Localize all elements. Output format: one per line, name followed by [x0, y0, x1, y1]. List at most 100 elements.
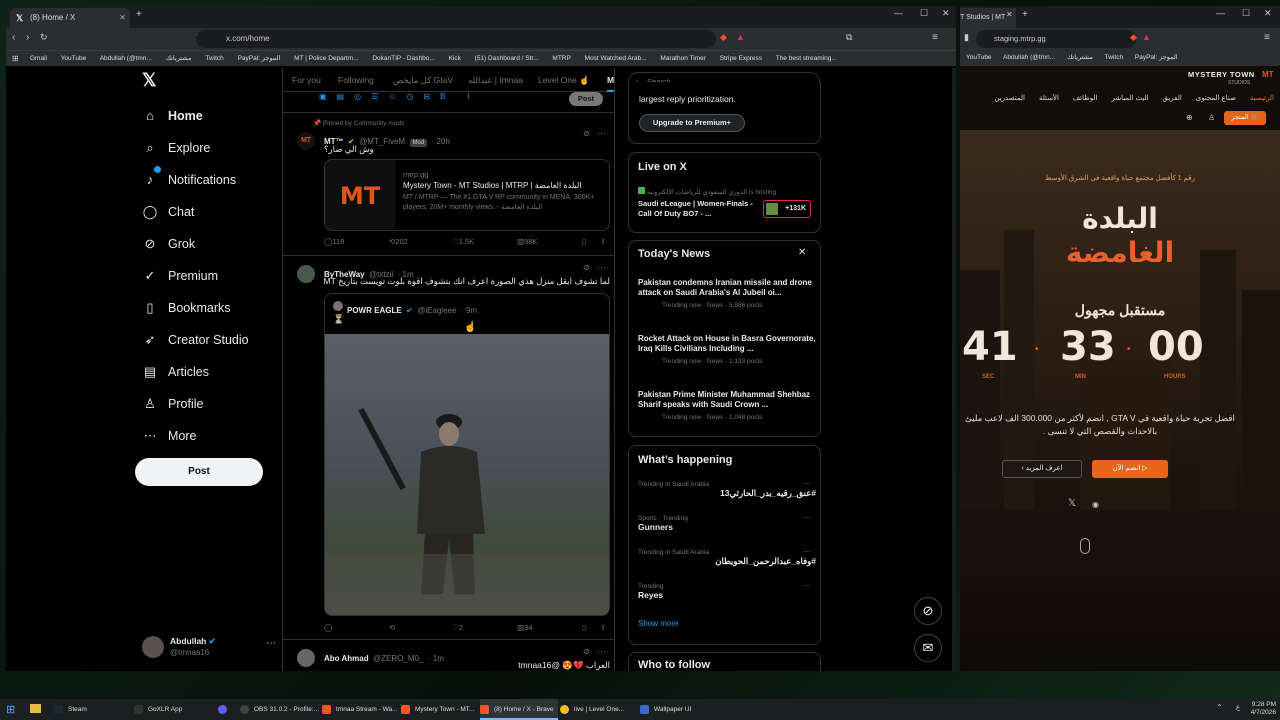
tab-community-m[interactable]: M — [607, 68, 614, 92]
start-icon[interactable]: ⊞ — [6, 703, 15, 716]
tweet-image[interactable] — [325, 334, 609, 615]
quoted-tweet[interactable]: POWR EAGLE ✔ @iEagleee · 9m ⏳ — [324, 293, 610, 616]
grok-fab-icon[interactable]: ⊘ — [914, 597, 942, 625]
views-button[interactable]: ▥ 98K — [517, 237, 537, 246]
maximize-icon[interactable]: ☐ — [1242, 8, 1250, 19]
taskbar-levelone[interactable]: live | Level One... — [560, 699, 638, 720]
bookmark-item[interactable]: MT | Police Departm... — [294, 55, 358, 62]
views-button[interactable]: ▥ 34 — [517, 623, 532, 632]
live-event[interactable]: Saudi eLeague | Women-Finals - Call Of D… — [638, 199, 753, 219]
nav-home[interactable]: ⌂ Home — [142, 104, 203, 128]
bookmark-item[interactable]: DokanTIP - Dashbo... — [372, 55, 434, 62]
like-button[interactable]: ♡ 1.5K — [452, 237, 474, 246]
bookmark-item[interactable]: Twitch — [1105, 54, 1123, 61]
taskbar-wallpaper[interactable]: Wallpaper UI — [640, 699, 718, 720]
bookmark-item[interactable]: PayPal: الموجز — [1135, 54, 1178, 61]
brave-rewards-icon[interactable]: ▲ — [736, 32, 745, 42]
forward-icon[interactable]: › — [26, 32, 29, 43]
system-tray-icons[interactable]: ⌃ — [1216, 703, 1223, 712]
learn-more-button[interactable]: ‹ اعرف المزيد — [1002, 460, 1082, 478]
taskbar-goxlr[interactable]: GoXLR App — [134, 699, 216, 720]
close-icon[interactable]: ✕ — [798, 247, 806, 258]
extensions-icon[interactable]: ⧉ — [846, 32, 852, 43]
new-tab-icon[interactable]: + — [136, 9, 142, 20]
address-bar[interactable]: x.com/home — [196, 30, 716, 48]
menu-item-home[interactable]: الرئيسية — [1250, 95, 1274, 102]
repost-button[interactable]: ⟲ — [389, 623, 395, 632]
minimize-icon[interactable]: — — [1216, 8, 1225, 18]
messages-fab-icon[interactable]: ✉ — [914, 634, 942, 662]
menu-item[interactable]: الأسئلة — [1039, 95, 1059, 102]
menu-item[interactable]: صناع المحتوى — [1196, 95, 1236, 102]
news-item[interactable]: Pakistan condemns Iranian missile and dr… — [638, 278, 816, 309]
post-button[interactable]: Post — [135, 458, 263, 486]
composer-toolbar-icons[interactable]: ▣▤◎☰☺◷⊟B I — [319, 92, 480, 101]
more-options-icon[interactable]: ⋯ — [597, 646, 606, 657]
taskbar-brave-stream[interactable]: tmnaa Stream - Wa... — [322, 699, 400, 720]
bookmark-item[interactable]: Abdullah (@tmn... — [100, 55, 152, 62]
menu-icon[interactable]: ≡ — [932, 32, 938, 43]
back-icon[interactable]: ‹ — [12, 32, 15, 43]
more-options-icon[interactable]: ⋯ — [803, 479, 811, 488]
tab-community-levelone[interactable]: Level One ☝ — [538, 68, 590, 92]
tweet-pinned[interactable]: 📌 Pinned by Community mods MT MT™ ✔ @MT_… — [283, 113, 614, 255]
grok-icon[interactable]: ⊘ — [583, 129, 590, 138]
tweet[interactable]: Abo Ahmad @ZERO_M0_ · 1m ⊘ ⋯ العراب 💔😍 @… — [283, 640, 614, 671]
brave-shield-icon[interactable]: ◆ — [720, 32, 727, 43]
bookmark-item[interactable]: Gmail — [30, 55, 47, 62]
address-bar[interactable]: staging.mtrp.gg — [976, 30, 1136, 48]
x-logo-icon[interactable]: 𝕏 — [142, 70, 157, 91]
news-item[interactable]: Rocket Attack on House in Basra Governor… — [638, 334, 816, 365]
x-social-icon[interactable]: 𝕏 — [1068, 498, 1076, 509]
join-now-button[interactable]: انضم الآن ▷ — [1092, 460, 1168, 478]
show-more-link[interactable]: Show more — [638, 619, 678, 628]
avatar[interactable]: MT — [297, 132, 315, 150]
menu-item[interactable]: المتصدرين — [994, 95, 1025, 102]
tab-for-you[interactable]: For you — [292, 68, 321, 92]
taskbar-brave-mtrp[interactable]: Mystery Town - MT... — [401, 699, 479, 720]
bookmark-item[interactable]: YouTube — [61, 55, 87, 62]
repost-button[interactable]: ⟲ 202 — [389, 237, 408, 246]
composer-post-button[interactable]: Post — [569, 92, 603, 106]
link-card[interactable]: MT mtrp.gg Mystery Town - MT Studios | M… — [324, 159, 610, 231]
bookmark-button[interactable]: ▯ — [582, 237, 586, 246]
nav-explore[interactable]: ⌕ Explore — [142, 136, 210, 160]
bookmark-item[interactable]: Marathon Timer — [660, 55, 706, 62]
bookmark-page-icon[interactable]: ▮ — [964, 32, 969, 43]
reply-button[interactable]: ◯ — [324, 623, 332, 632]
language-indicator[interactable]: ع — [1236, 703, 1240, 711]
like-button[interactable]: ♡ 2 — [452, 623, 463, 632]
close-tab-icon[interactable]: ✕ — [119, 8, 126, 28]
bookmark-button[interactable]: ▯ — [582, 623, 586, 632]
trend-item[interactable]: Trending Reyes — [638, 583, 816, 600]
bookmark-item[interactable]: PayPal: الموجز — [238, 55, 281, 62]
scrollbar[interactable] — [952, 68, 956, 671]
close-tab-icon[interactable]: ✕ — [1006, 10, 1013, 19]
bookmark-item[interactable]: Stripe Express — [720, 55, 762, 62]
account-switcher[interactable]: Abdullah ✔ @tmnaa16 ⋯ — [142, 632, 282, 662]
nav-creator-studio[interactable]: ➶ Creator Studio — [142, 328, 249, 352]
trend-item[interactable]: Trending in Saudi Arabia #وفاه_عبدالرحمن… — [638, 549, 816, 567]
reply-button[interactable]: ◯ 118 — [324, 237, 344, 246]
apps-grid-icon[interactable]: ⊞ — [12, 51, 19, 66]
tweet[interactable]: ByTheWay @txtzil · 1m ⊘ ⋯ لما تشوف ايقل … — [283, 256, 614, 640]
nav-profile[interactable]: ♙ Profile — [142, 392, 203, 416]
grok-icon[interactable]: ⊘ — [583, 263, 590, 272]
taskbar-obs[interactable]: OBS 31.0.2 - Profile:... — [240, 699, 320, 720]
bookmark-item[interactable]: Kick — [449, 55, 461, 62]
news-item[interactable]: Pakistan Prime Minister Muhammad Shehbaz… — [638, 390, 816, 421]
more-options-icon[interactable]: ⋯ — [597, 262, 606, 273]
share-button[interactable]: ⇪ — [600, 237, 606, 246]
close-window-icon[interactable]: ✕ — [1264, 8, 1272, 19]
menu-icon[interactable]: ≡ — [1264, 32, 1270, 43]
bookmark-item[interactable]: Most Watched Arab... — [585, 55, 647, 62]
maximize-icon[interactable]: ☐ — [920, 8, 928, 19]
bookmark-item[interactable]: Abdullah (@tmn... — [1003, 54, 1055, 61]
brand-name[interactable]: MYSTERY TOWN — [1188, 70, 1255, 79]
nav-articles[interactable]: ▤ Articles — [142, 360, 209, 384]
tab-x-home[interactable]: 𝕏 (8) Home / X ✕ — [10, 8, 130, 28]
tab-following[interactable]: Following — [338, 68, 374, 92]
upgrade-premium-button[interactable]: Upgrade to Premium+ — [639, 114, 745, 132]
file-explorer-icon[interactable] — [30, 704, 41, 713]
taskbar-discord[interactable] — [218, 699, 238, 720]
